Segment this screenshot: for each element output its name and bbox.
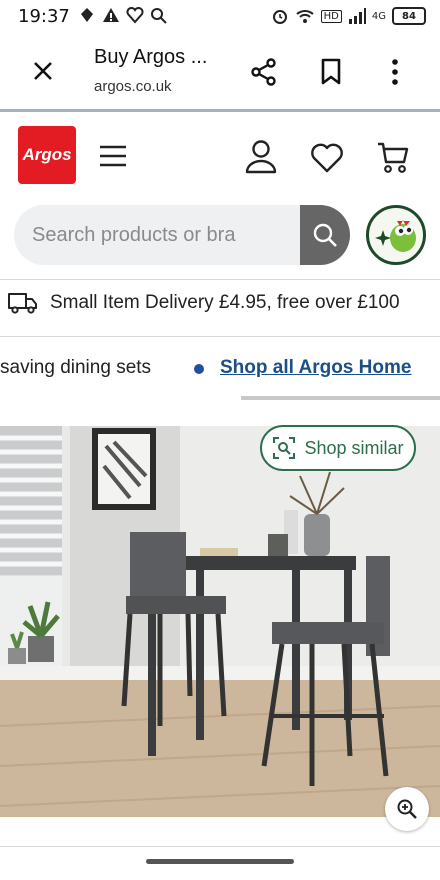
status-bar: 19:37 HD 4G 84 (0, 0, 440, 34)
account-icon[interactable] (244, 138, 278, 176)
delivery-text: Small Item Delivery £4.95, free over £10… (50, 292, 400, 313)
page-bottom-divider (0, 846, 440, 847)
shop-all-argos-home-link[interactable]: Shop all Argos Home (220, 357, 411, 379)
promo-separator-dot (194, 364, 204, 374)
share-icon[interactable] (250, 58, 278, 86)
system-icons: HD 4G 84 (271, 7, 426, 25)
hd-badge: HD (320, 9, 342, 23)
zoom-in-icon (397, 799, 417, 819)
logo-text: Argos (22, 145, 72, 164)
dining-set-photo (0, 426, 440, 817)
wifi-icon (295, 10, 314, 23)
status-time: 19:37 (18, 6, 70, 27)
warning-icon (103, 8, 119, 22)
more-vert-icon[interactable] (390, 58, 400, 86)
notification-icons (78, 6, 168, 24)
bookmark-icon[interactable] (320, 58, 342, 86)
battery-icon: 84 (392, 7, 426, 25)
assistant-avatar[interactable] (366, 205, 426, 265)
zoom-button[interactable] (385, 787, 429, 831)
alarm-icon (272, 10, 287, 24)
shop-similar-label: Shop similar (304, 437, 404, 458)
wishlist-heart-icon[interactable] (310, 142, 344, 174)
visual-search-icon (273, 437, 296, 459)
search-bar (14, 205, 350, 265)
header-divider (0, 279, 440, 280)
sparkle-search-icon (151, 8, 167, 24)
search-input[interactable] (32, 205, 292, 265)
browser-toolbar: Buy Argos ... argos.co.uk (0, 34, 440, 110)
menu-icon[interactable] (98, 144, 128, 168)
toolbar-divider (0, 109, 440, 112)
bank-notification-icon (81, 8, 93, 22)
mascot-sparkle-icon (375, 220, 416, 252)
network-type: 4G (371, 10, 386, 22)
search-icon (313, 223, 337, 247)
promo-text[interactable]: saving dining sets (0, 357, 151, 379)
heart-shield-icon (126, 7, 144, 24)
page-url: argos.co.uk (94, 78, 172, 95)
trolley-icon[interactable] (376, 140, 410, 176)
banner-divider (0, 336, 440, 337)
promo-scroll-indicator (241, 396, 440, 400)
shop-similar-button[interactable]: Shop similar (260, 425, 416, 471)
argos-logo[interactable]: Argos (18, 126, 76, 184)
delivery-banner: Small Item Delivery £4.95, free over £10… (8, 292, 400, 314)
search-button[interactable] (300, 205, 350, 265)
close-icon[interactable] (32, 60, 54, 82)
gesture-home-indicator[interactable] (146, 859, 294, 864)
signal-icon (348, 8, 366, 24)
page-title: Buy Argos ... (94, 46, 208, 68)
product-image[interactable] (0, 426, 440, 817)
delivery-van-icon (8, 293, 37, 314)
